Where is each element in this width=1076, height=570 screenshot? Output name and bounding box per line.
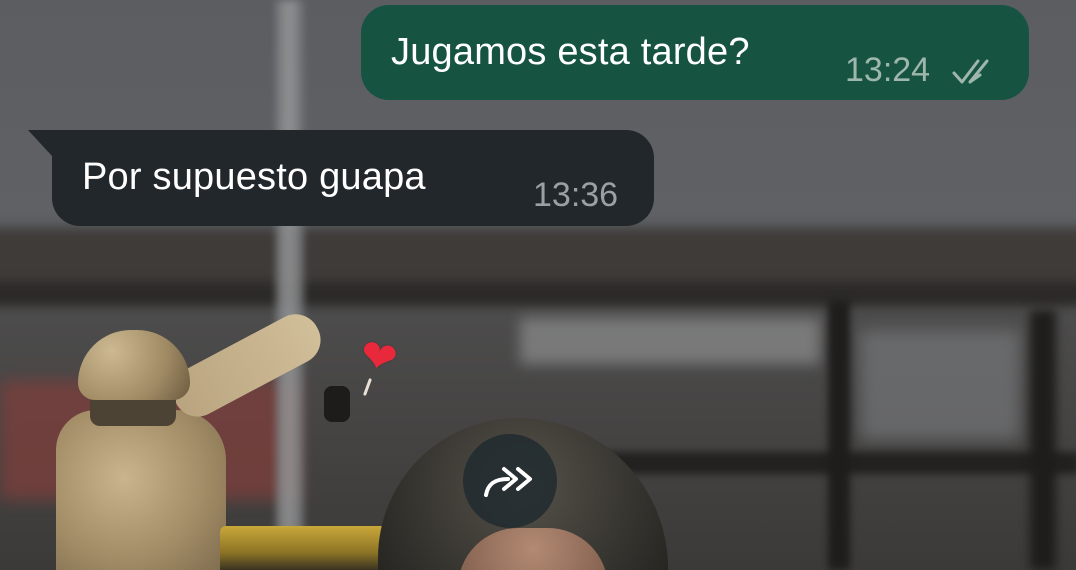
background-beam bbox=[560, 452, 1076, 474]
soldier-helmet bbox=[78, 330, 190, 400]
soldier-body bbox=[56, 410, 226, 570]
background-window bbox=[860, 330, 1020, 440]
message-text: Jugamos esta tarde? bbox=[391, 31, 750, 73]
message-time: 13:36 bbox=[533, 176, 619, 214]
bubble-tail bbox=[28, 130, 52, 156]
chat-screen: ❤ Jugamos esta tarde? 13:24 Por supuesto… bbox=[0, 0, 1076, 570]
message-text: Por supuesto guapa bbox=[82, 156, 426, 198]
media-person-face bbox=[458, 528, 608, 570]
incoming-message-bubble[interactable]: Por supuesto guapa 13:36 bbox=[28, 130, 654, 226]
message-time: 13:24 bbox=[845, 51, 931, 89]
outgoing-message-bubble[interactable]: Jugamos esta tarde? 13:24 bbox=[361, 5, 1029, 100]
forward-button[interactable] bbox=[463, 434, 557, 528]
soldier-glove bbox=[324, 386, 350, 422]
background-roof-edge bbox=[0, 282, 1076, 306]
background-post bbox=[828, 300, 850, 570]
double-check-icon bbox=[952, 59, 989, 84]
forward-arrow-icon bbox=[484, 467, 532, 497]
background-post bbox=[1030, 310, 1056, 570]
background-sign bbox=[520, 318, 820, 364]
